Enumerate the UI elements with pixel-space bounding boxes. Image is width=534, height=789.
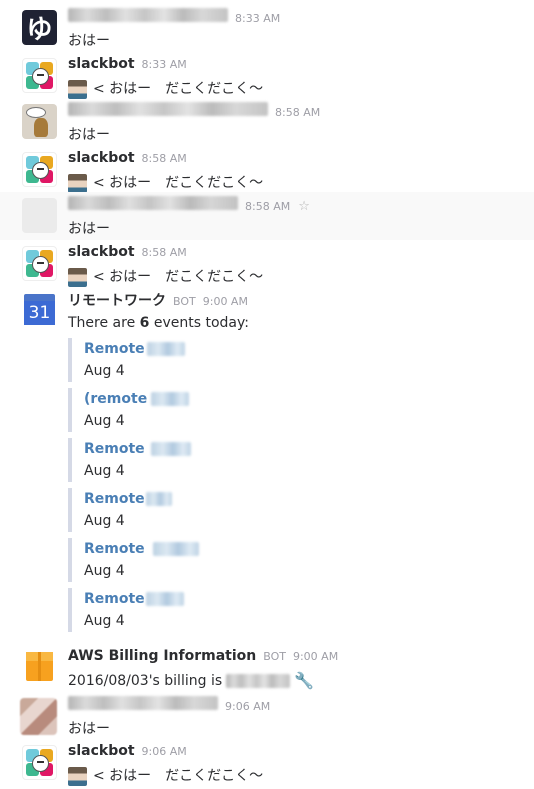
user-avatar-icon[interactable] — [22, 198, 57, 233]
message-time[interactable]: 9:06 AM — [225, 700, 270, 713]
message-text: おはー — [68, 127, 110, 143]
event-title-link[interactable]: (remote — [84, 388, 147, 410]
event-attachment: Remote Aug 4 — [68, 438, 191, 482]
cartoon-avatar-icon[interactable] — [22, 104, 57, 139]
message: ゆ 8:33 AM おはー — [0, 4, 534, 50]
redacted-amount — [226, 674, 291, 688]
user-avatar-icon — [68, 79, 87, 99]
event-date: Aug 4 — [84, 613, 125, 629]
message-aws-bot: AWS Billing Information BOT 9:00 AM 2016… — [0, 646, 534, 694]
redacted-text — [150, 442, 191, 456]
user-avatar-icon — [68, 267, 87, 287]
message-text: There are 6 events today: — [68, 315, 249, 331]
message-time[interactable]: 9:06 AM — [142, 745, 187, 758]
yu-avatar-icon[interactable]: ゆ — [22, 10, 57, 45]
author-name[interactable]: slackbot — [68, 244, 135, 260]
event-title-link[interactable]: Remote — [84, 538, 145, 560]
message-text: < おはー だこくだこく〜 — [93, 81, 264, 97]
message-text: < おはー だこくだこく〜 — [93, 768, 264, 784]
slackbot-avatar-icon[interactable] — [22, 745, 57, 780]
message-text: おはー — [68, 33, 110, 49]
redacted-text — [146, 342, 185, 356]
event-date: Aug 4 — [84, 563, 125, 579]
author-name[interactable]: AWS Billing Information — [68, 648, 256, 664]
redacted-username[interactable] — [68, 102, 268, 116]
event-date: Aug 4 — [84, 363, 125, 379]
event-title-link[interactable]: Remote — [84, 338, 145, 360]
message: 8:58 AM おはー — [0, 98, 534, 146]
event-attachment: Remote Aug 4 — [68, 338, 185, 382]
message-time[interactable]: 8:58 AM — [245, 200, 290, 213]
redacted-text — [145, 592, 184, 606]
user-avatar-icon[interactable] — [20, 698, 57, 735]
author-name[interactable]: slackbot — [68, 743, 135, 759]
message-hovered: 8:58 AM ☆ おはー — [0, 192, 534, 240]
author-name[interactable]: リモートワーク — [68, 290, 166, 310]
event-date: Aug 4 — [84, 463, 125, 479]
message-time[interactable]: 9:00 AM — [293, 650, 338, 663]
author-name[interactable]: slackbot — [68, 56, 135, 72]
message-time[interactable]: 8:58 AM — [142, 152, 187, 165]
avatar-glyph: ゆ — [26, 15, 53, 45]
tool-icon: 🔧 — [294, 671, 315, 690]
event-attachment: Remote Aug 4 — [68, 588, 184, 632]
bot-badge: BOT — [173, 295, 196, 308]
message-time[interactable]: 8:33 AM — [142, 58, 187, 71]
star-icon[interactable]: ☆ — [298, 199, 310, 214]
redacted-username[interactable] — [68, 696, 218, 710]
slackbot-avatar-icon[interactable] — [22, 246, 57, 281]
message-text: 2016/08/03's billing is — [68, 673, 223, 689]
bot-badge: BOT — [263, 650, 286, 663]
redacted-text — [151, 392, 190, 406]
user-avatar-icon — [68, 173, 87, 193]
aws-box-icon[interactable] — [22, 650, 57, 685]
event-title-link[interactable]: Remote — [84, 588, 145, 610]
message-text: おはー — [68, 721, 110, 737]
user-avatar-icon — [68, 766, 87, 786]
message-time[interactable]: 9:00 AM — [203, 295, 248, 308]
calendar-day: 31 — [24, 301, 55, 325]
redacted-text — [152, 542, 199, 556]
event-title-link[interactable]: Remote — [84, 438, 145, 460]
message-time[interactable]: 8:33 AM — [235, 12, 280, 25]
message-time[interactable]: 8:58 AM — [275, 106, 320, 119]
event-attachment: Remote Aug 4 — [68, 488, 172, 532]
message: slackbot 8:33 AM < おはー だこくだこく〜 — [0, 52, 534, 100]
redacted-username[interactable] — [68, 196, 238, 210]
redacted-username[interactable] — [68, 8, 228, 22]
message-text: < おはー だこくだこく〜 — [93, 175, 264, 191]
event-date: Aug 4 — [84, 513, 125, 529]
message-calendar-bot: 31 リモートワーク BOT 9:00 AM There are 6 event… — [0, 286, 534, 638]
event-title-link[interactable]: Remote — [84, 488, 145, 510]
event-date: Aug 4 — [84, 413, 125, 429]
event-attachment: Remote Aug 4 — [68, 538, 199, 582]
slackbot-avatar-icon[interactable] — [22, 152, 57, 187]
message: slackbot 9:06 AM < おはー だこくだこく〜 — [0, 740, 534, 789]
event-attachment: (remote Aug 4 — [68, 388, 190, 432]
author-name[interactable]: slackbot — [68, 150, 135, 166]
message: slackbot 8:58 AM < おはー だこくだこく〜 — [0, 146, 534, 193]
calendar-icon[interactable]: 31 — [22, 292, 57, 327]
message-text: < おはー だこくだこく〜 — [93, 269, 264, 285]
message: 9:06 AM おはー — [0, 694, 534, 742]
message-text: おはー — [68, 221, 110, 237]
message: slackbot 8:58 AM < おはー だこくだこく〜 — [0, 240, 534, 287]
message-time[interactable]: 8:58 AM — [142, 246, 187, 259]
slackbot-avatar-icon[interactable] — [22, 58, 57, 93]
redacted-text — [145, 492, 172, 506]
